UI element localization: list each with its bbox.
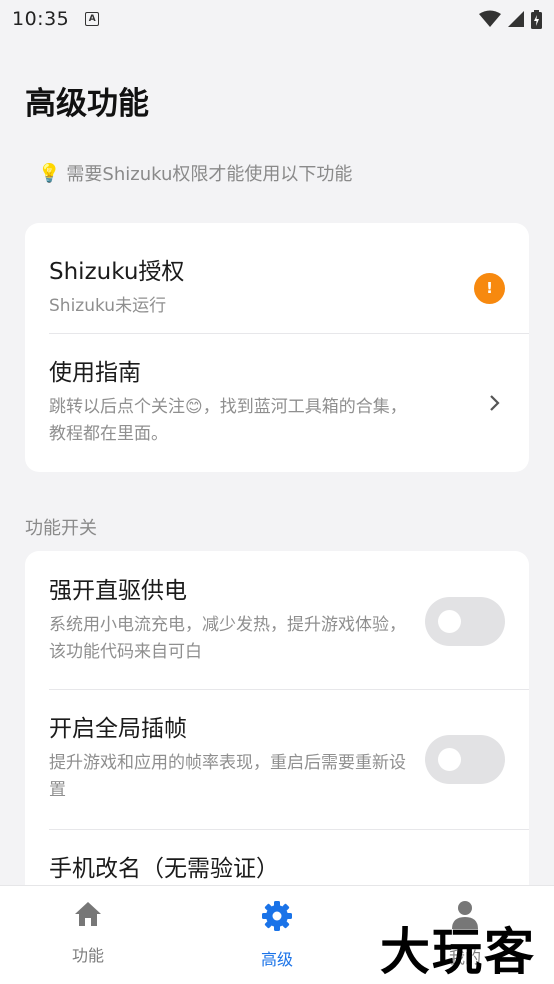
auth-card: Shizuku授权 Shizuku未运行 ! 使用指南 跳转以后点个关注😊，找到… — [25, 223, 529, 472]
divider — [49, 829, 529, 830]
section-label: 功能开关 — [25, 518, 97, 539]
divider — [49, 689, 529, 690]
permission-hint: 💡 需要Shizuku权限才能使用以下功能 — [38, 160, 352, 186]
feature-row-rename[interactable]: 手机改名（无需验证） — [49, 849, 505, 889]
nav-label: 功能 — [71, 946, 104, 965]
guide-subtitle: 跳转以后点个关注😊，找到蓝河工具箱的合集，教程都在里面。 — [49, 397, 407, 444]
feature-title: 开启全局插帧 — [49, 716, 187, 742]
feature-title: 强开直驱供电 — [49, 578, 187, 604]
wifi-icon — [479, 10, 501, 27]
status-icons — [479, 9, 542, 29]
features-card: 强开直驱供电 系统用小电流充电，减少发热，提升游戏体验，该功能代码来自可白 开启… — [25, 551, 529, 911]
notification-a-icon: A — [85, 12, 100, 26]
feature-subtitle: 提升游戏和应用的帧率表现，重启后需要重新设置 — [49, 753, 406, 800]
lightbulb-icon: 💡 — [38, 162, 61, 184]
shizuku-auth-title: Shizuku授权 — [49, 258, 185, 285]
direct-power-toggle[interactable] — [425, 596, 505, 646]
home-icon — [75, 902, 101, 926]
guide-title: 使用指南 — [49, 360, 141, 386]
feature-title: 手机改名（无需验证） — [49, 856, 279, 882]
frame-interp-toggle[interactable] — [425, 734, 505, 784]
feature-row-frame-interp: 开启全局插帧 提升游戏和应用的帧率表现，重启后需要重新设置 — [49, 709, 505, 809]
chevron-right-icon — [490, 395, 500, 411]
divider — [49, 333, 529, 334]
toggle-knob — [438, 609, 461, 633]
page-title: 高级功能 — [25, 86, 149, 122]
shizuku-auth-status: Shizuku未运行 — [49, 295, 167, 316]
feature-row-direct-power: 强开直驱供电 系统用小电流充电，减少发热，提升游戏体验，该功能代码来自可白 — [49, 571, 505, 671]
guide-row[interactable]: 使用指南 跳转以后点个关注😊，找到蓝河工具箱的合集，教程都在里面。 — [49, 353, 505, 453]
nav-item-features[interactable]: 功能 — [28, 900, 148, 966]
nav-item-advanced[interactable]: 高级 — [217, 900, 337, 970]
hint-text: 需要Shizuku权限才能使用以下功能 — [66, 164, 353, 185]
gear-icon — [262, 901, 292, 931]
shizuku-auth-row[interactable]: Shizuku授权 Shizuku未运行 ! — [49, 243, 505, 333]
nav-label: 高级 — [260, 950, 293, 969]
status-bar: 10:35 A — [0, 0, 554, 38]
feature-subtitle: 系统用小电流充电，减少发热，提升游戏体验，该功能代码来自可白 — [49, 615, 406, 662]
watermark-logo: 大玩客 — [380, 922, 536, 981]
battery-icon — [531, 9, 542, 29]
status-time: 10:35 — [12, 8, 70, 30]
toggle-knob — [438, 747, 461, 771]
warning-icon: ! — [474, 272, 505, 304]
signal-icon — [508, 11, 524, 27]
